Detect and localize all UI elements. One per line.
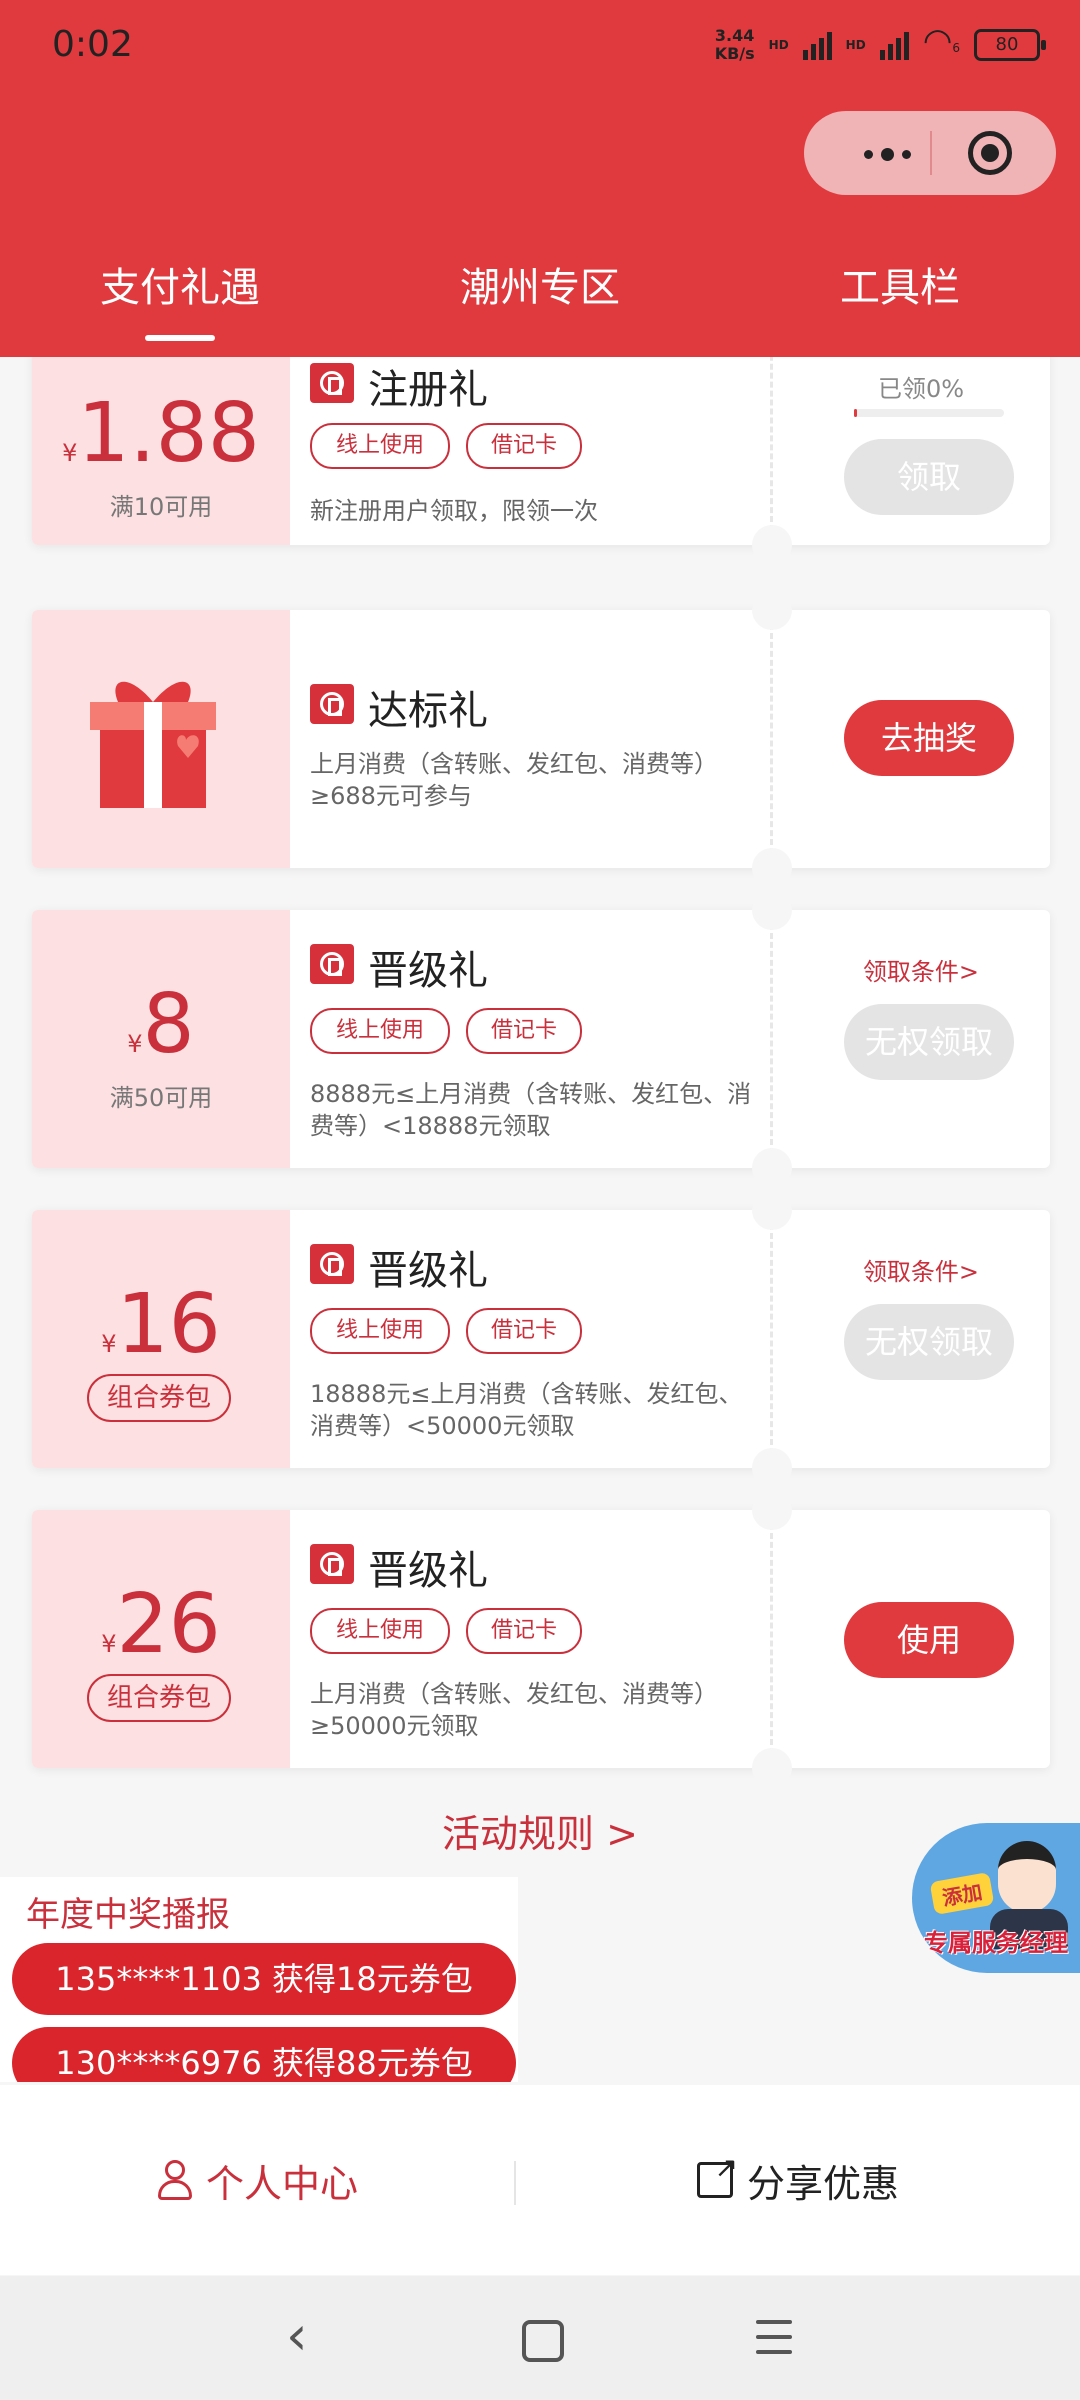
claimed-progress xyxy=(854,409,1004,417)
bank-logo-icon xyxy=(310,684,354,724)
winners-title: 年度中奖播报 xyxy=(26,1895,230,1935)
system-nav-bar: ‹ xyxy=(0,2276,1080,2400)
share-offer-button[interactable]: 分享优惠 xyxy=(516,2085,1080,2275)
tag-online: 线上使用 xyxy=(310,1308,450,1354)
tab-payment-gifts[interactable]: 支付礼遇 xyxy=(30,255,330,313)
no-permission-button[interactable]: 无权领取 xyxy=(844,1304,1014,1380)
bottom-action-bar: 个人中心 分享优惠 xyxy=(0,2085,1080,2275)
coupon-title: 晋级礼 xyxy=(368,1548,488,1594)
coupon-amount: ¥8 xyxy=(127,977,195,1072)
coupon-title: 达标礼 xyxy=(368,688,488,734)
coupon-card: ¥26 组合券包 晋级礼 线上使用 借记卡 上月消费（含转账、发红包、消费等）≥… xyxy=(32,1490,1050,1788)
coupon-value-panel: ¥16 组合券包 xyxy=(32,1210,290,1468)
bank-logo-icon xyxy=(310,1244,354,1284)
bank-logo-icon xyxy=(310,363,354,403)
coupon-info: 晋级礼 线上使用 借记卡 8888元≤上月消费（含转账、发红包、消费等）<188… xyxy=(310,910,780,1168)
coupon-desc: 18888元≤上月消费（含转账、发红包、消费等）<50000元领取 xyxy=(310,1380,743,1440)
home-icon[interactable] xyxy=(522,2320,564,2362)
winners-broadcast: 年度中奖播报 135****1103 获得18元券包 130****6976 获… xyxy=(0,1877,518,2082)
close-miniprogram-icon[interactable] xyxy=(968,131,1012,175)
coupon-amount: ¥26 xyxy=(101,1577,221,1672)
coupon-amount: ¥16 xyxy=(101,1277,221,1372)
draw-button[interactable]: 去抽奖 xyxy=(844,700,1014,776)
winner-row: 130****6976 获得88元券包 xyxy=(12,2027,516,2082)
share-offer-label: 分享优惠 xyxy=(746,2161,899,2206)
bank-logo-icon xyxy=(310,944,354,984)
coupon-value-panel xyxy=(32,610,290,868)
claim-conditions-link[interactable]: 领取条件> xyxy=(792,952,1050,987)
coupon-desc: 新注册用户领取，限领一次 xyxy=(310,497,598,525)
coupon-action: 使用 xyxy=(792,1510,1050,1768)
personal-center-label: 个人中心 xyxy=(205,2161,358,2206)
winner-row: 135****1103 获得18元券包 xyxy=(12,1943,516,2015)
manager-avatar-icon xyxy=(998,1841,1056,1913)
battery-icon: 80 xyxy=(974,28,1046,61)
personal-center-button[interactable]: 个人中心 xyxy=(0,2085,514,2275)
status-time: 0:02 xyxy=(52,24,133,65)
hd-label-2: HD xyxy=(845,37,866,52)
coupon-info: 晋级礼 线上使用 借记卡 18888元≤上月消费（含转账、发红包、消费等）<50… xyxy=(310,1210,780,1468)
gift-icon xyxy=(90,681,216,808)
coupon-action: 已领0% 领取 xyxy=(792,357,1050,545)
active-tab-indicator xyxy=(145,335,215,341)
coupon-title: 注册礼 xyxy=(368,367,488,413)
more-icon[interactable] xyxy=(864,148,911,161)
combo-pack-badge: 组合券包 xyxy=(87,1674,231,1722)
coupon-amount: ¥1.88 xyxy=(62,386,260,481)
manager-label: 专属服务经理 xyxy=(924,1929,1068,1957)
tab-bar: 支付礼遇 潮州专区 工具栏 xyxy=(0,255,1080,341)
tag-debit: 借记卡 xyxy=(466,423,582,469)
coupon-action: 去抽奖 xyxy=(792,610,1050,868)
coupon-info: 晋级礼 线上使用 借记卡 上月消费（含转账、发红包、消费等）≥50000元领取 xyxy=(310,1510,780,1768)
combo-pack-badge: 组合券包 xyxy=(87,1374,231,1422)
service-manager-button[interactable]: 添加 专属服务经理 xyxy=(912,1823,1080,1975)
back-icon[interactable]: ‹ xyxy=(286,2306,308,2366)
coupon-desc: 上月消费（含转账、发红包、消费等）≥50000元领取 xyxy=(310,1680,718,1740)
network-speed: 3.44 KB/s xyxy=(714,25,755,63)
tag-online: 线上使用 xyxy=(310,423,450,469)
tag-debit: 借记卡 xyxy=(466,1608,582,1654)
coupon-info: 达标礼 上月消费（含转账、发红包、消费等）≥688元可参与 xyxy=(310,610,780,868)
menu-icon[interactable] xyxy=(756,2320,792,2356)
coupon-card: ¥1.88 满10可用 注册礼 线上使用 借记卡 新注册用户领取，限领一次 已领… xyxy=(32,357,1050,565)
coupon-card: 达标礼 上月消费（含转账、发红包、消费等）≥688元可参与 去抽奖 xyxy=(32,590,1050,888)
signal-icon xyxy=(802,30,832,60)
mini-program-capsule xyxy=(804,111,1056,195)
coupon-action: 领取条件> 无权领取 xyxy=(792,1210,1050,1468)
claim-button[interactable]: 领取 xyxy=(844,439,1014,515)
tag-online: 线上使用 xyxy=(310,1008,450,1054)
tab-toolbar[interactable]: 工具栏 xyxy=(750,255,1050,313)
tag-online: 线上使用 xyxy=(310,1608,450,1654)
bank-logo-icon xyxy=(310,1544,354,1584)
claimed-percent: 已领0% xyxy=(877,375,965,403)
share-icon xyxy=(696,2151,738,2198)
coupon-action: 领取条件> 无权领取 xyxy=(792,910,1050,1168)
use-button[interactable]: 使用 xyxy=(844,1602,1014,1678)
wifi-icon: ◠6 xyxy=(922,21,960,61)
header: 0:02 3.44 KB/s HD HD ◠6 80 支付礼遇 潮州专区 工具栏 xyxy=(0,0,1080,357)
coupon-card: ¥16 组合券包 晋级礼 线上使用 借记卡 18888元≤上月消费（含转账、发红… xyxy=(32,1190,1050,1488)
coupon-title: 晋级礼 xyxy=(368,1248,488,1294)
tag-debit: 借记卡 xyxy=(466,1308,582,1354)
coupon-desc: 8888元≤上月消费（含转账、发红包、消费等）<18888元领取 xyxy=(310,1080,752,1140)
coupon-title: 晋级礼 xyxy=(368,948,488,994)
claim-conditions-link[interactable]: 领取条件> xyxy=(792,1252,1050,1287)
coupon-value-panel: ¥26 组合券包 xyxy=(32,1510,290,1768)
coupon-value-panel: ¥8 满50可用 xyxy=(32,910,290,1168)
tag-debit: 借记卡 xyxy=(466,1008,582,1054)
coupon-condition: 满50可用 xyxy=(109,1084,213,1112)
tab-chaozhou[interactable]: 潮州专区 xyxy=(390,255,690,313)
coupon-card: ¥8 满50可用 晋级礼 线上使用 借记卡 8888元≤上月消费（含转账、发红包… xyxy=(32,890,1050,1188)
person-icon xyxy=(156,2160,192,2200)
coupon-value-panel: ¥1.88 满10可用 xyxy=(32,357,290,545)
coupon-info: 注册礼 线上使用 借记卡 新注册用户领取，限领一次 xyxy=(310,357,780,545)
status-icons: 3.44 KB/s HD HD ◠6 80 xyxy=(714,21,1046,63)
coupon-list: ¥1.88 满10可用 注册礼 线上使用 借记卡 新注册用户领取，限领一次 已领… xyxy=(0,357,1080,2082)
coupon-desc: 上月消费（含转账、发红包、消费等）≥688元可参与 xyxy=(310,750,718,810)
signal-icon-2 xyxy=(879,30,909,60)
hd-label-1: HD xyxy=(768,37,789,52)
coupon-condition: 满10可用 xyxy=(109,493,213,521)
no-permission-button[interactable]: 无权领取 xyxy=(844,1004,1014,1080)
